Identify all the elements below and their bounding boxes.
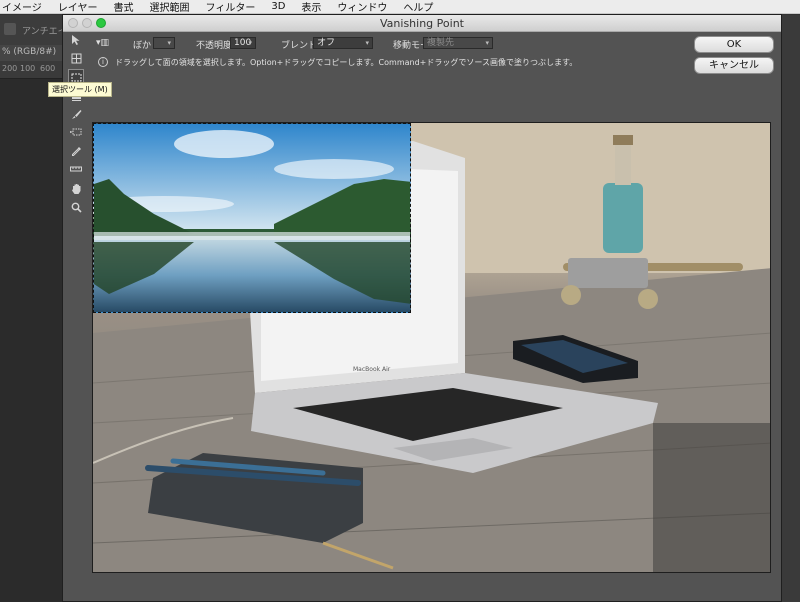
info-text: ドラッグして面の領域を選択します。Option+ドラッグでコピーします。Comm… bbox=[115, 58, 578, 67]
photoshop-options-bar: アンチエイリ bbox=[0, 15, 76, 46]
menu-select[interactable]: 選択範囲 bbox=[150, 0, 190, 14]
chevron-down-icon: ▾ bbox=[167, 39, 171, 47]
chevron-down-icon: ▾ bbox=[485, 39, 489, 47]
menu-window[interactable]: ウィンドウ bbox=[337, 0, 387, 14]
vanishing-point-dialog: Vanishing Point ▾▥ ぼかし： ▾ 不透明度： 100 ▾ ブレ… bbox=[62, 14, 782, 602]
zoom-icon bbox=[71, 202, 82, 213]
arrow-icon bbox=[72, 35, 80, 45]
document-image[interactable]: MacBook Air bbox=[92, 122, 771, 573]
dialog-title: Vanishing Point bbox=[380, 17, 464, 30]
create-plane-tool[interactable] bbox=[69, 51, 83, 65]
canvas-area[interactable]: MacBook Air bbox=[92, 122, 771, 573]
lake-landscape-image bbox=[94, 124, 410, 312]
document-tab-label: % (RGB/8#) bbox=[2, 47, 57, 57]
ok-button[interactable]: OK bbox=[694, 36, 774, 53]
horizontal-ruler: 200 100 600 bbox=[0, 61, 64, 79]
info-icon: i bbox=[98, 57, 108, 67]
transform-icon bbox=[70, 128, 82, 136]
menu-3d[interactable]: 3D bbox=[271, 1, 285, 12]
menu-layer[interactable]: レイヤー bbox=[58, 0, 98, 14]
zoom-tool[interactable] bbox=[69, 200, 83, 214]
feather-field[interactable]: ▾ bbox=[153, 37, 175, 49]
transform-tool[interactable] bbox=[69, 125, 83, 139]
menu-view[interactable]: 表示 bbox=[301, 0, 321, 14]
blend-select[interactable]: オフ ▾ bbox=[313, 37, 373, 49]
move-mode-select[interactable]: 複製先 ▾ bbox=[423, 37, 493, 49]
hand-tool[interactable] bbox=[69, 182, 83, 196]
document-tab[interactable]: % (RGB/8#) bbox=[0, 45, 64, 62]
cancel-button[interactable]: キャンセル bbox=[694, 57, 774, 74]
menu-image[interactable]: イメージ bbox=[2, 0, 42, 14]
chevron-down-icon: ▾ bbox=[248, 39, 252, 47]
laptop-brand-text: MacBook Air bbox=[353, 366, 391, 373]
eyedropper-tool[interactable] bbox=[69, 144, 83, 158]
tool-tooltip: 選択ツール (M) bbox=[48, 82, 112, 97]
title-bar[interactable]: Vanishing Point bbox=[63, 15, 781, 32]
hand-icon bbox=[71, 184, 80, 194]
brush-icon bbox=[71, 109, 81, 119]
ruler-icon bbox=[70, 166, 82, 172]
chevron-down-icon: ▾ bbox=[365, 39, 369, 47]
tool-panel bbox=[65, 33, 87, 233]
ruler-number: 600 bbox=[40, 64, 56, 73]
edit-plane-tool[interactable] bbox=[69, 33, 83, 47]
opacity-field[interactable]: 100 ▾ bbox=[230, 37, 256, 49]
ruler-number: 200 bbox=[2, 64, 18, 73]
menu-type[interactable]: 書式 bbox=[114, 0, 134, 14]
blend-value: オフ bbox=[317, 38, 336, 48]
marquee-selection[interactable] bbox=[93, 123, 411, 313]
menu-bar: イメージ レイヤー 書式 選択範囲 フィルター 3D 表示 ウィンドウ ヘルプ bbox=[0, 0, 800, 14]
brush-tool[interactable] bbox=[69, 107, 83, 121]
measure-tool[interactable] bbox=[69, 162, 83, 176]
ruler-number: 100 bbox=[20, 64, 36, 73]
grid-icon bbox=[71, 53, 81, 63]
menu-help[interactable]: ヘルプ bbox=[403, 0, 433, 14]
options-toggle-icon[interactable] bbox=[4, 23, 16, 35]
move-mode-value: 複製先 bbox=[427, 38, 455, 48]
marquee-icon bbox=[71, 73, 81, 81]
tool-options-icon[interactable]: ▾▥ bbox=[96, 38, 109, 48]
menu-filter[interactable]: フィルター bbox=[206, 0, 256, 14]
eyedropper-icon bbox=[71, 146, 81, 156]
right-panel-strip bbox=[781, 15, 800, 602]
